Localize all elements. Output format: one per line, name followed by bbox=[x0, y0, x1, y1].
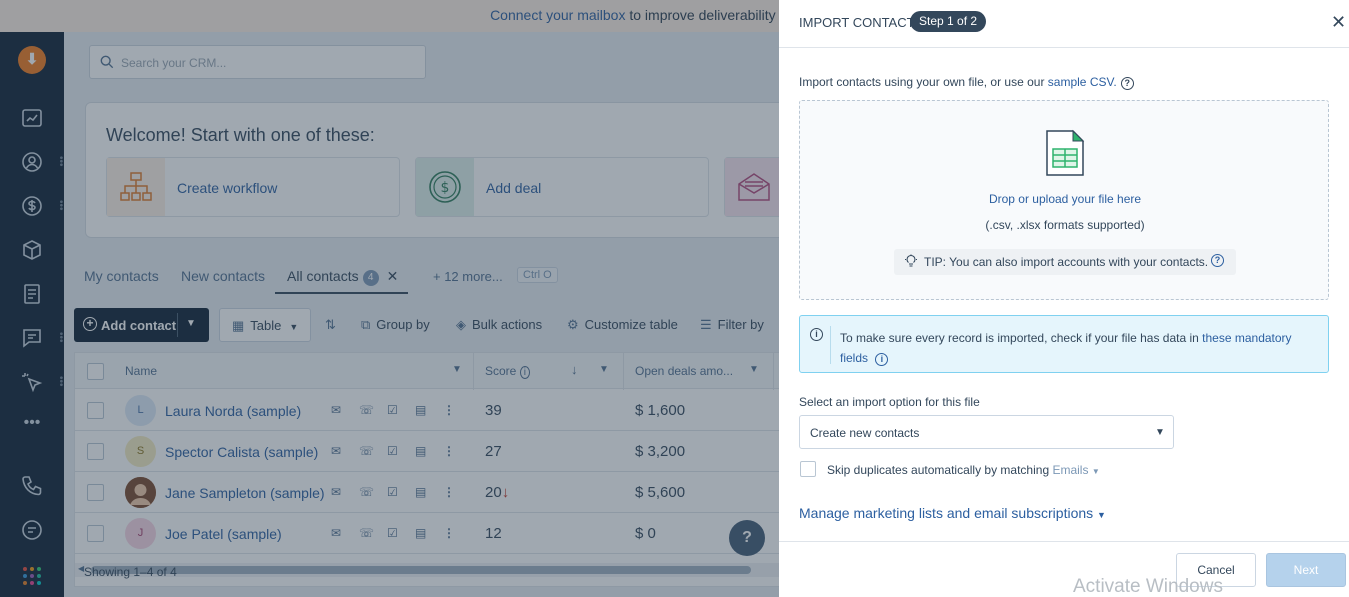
intro-text: Import contacts using your own file, or … bbox=[799, 75, 1048, 89]
tip-box: TIP: You can also import accounts with y… bbox=[894, 249, 1236, 275]
upload-file-link[interactable]: Drop or upload your file here bbox=[800, 192, 1330, 206]
alert-message: To make sure every record is imported, c… bbox=[840, 331, 1203, 345]
panel-footer: Cancel Next bbox=[779, 541, 1349, 597]
info-icon: i bbox=[810, 328, 823, 341]
file-dropzone[interactable]: Drop or upload your file here (.csv, .xl… bbox=[799, 100, 1329, 300]
alert-text: To make sure every record is imported, c… bbox=[840, 328, 1310, 368]
import-intro: Import contacts using your own file, or … bbox=[799, 75, 1134, 90]
panel-header: IMPORT CONTACTS Step 1 of 2 ✕ bbox=[779, 0, 1349, 48]
panel-title: IMPORT CONTACTS bbox=[799, 15, 924, 30]
modal-backdrop[interactable] bbox=[0, 0, 779, 597]
match-field-dropdown[interactable]: Emails ▼ bbox=[1052, 463, 1099, 477]
mandatory-fields-alert: i To make sure every record is imported,… bbox=[799, 315, 1329, 373]
info-circle-icon[interactable]: i bbox=[875, 353, 889, 366]
help-circle-icon[interactable]: ? bbox=[1211, 254, 1224, 267]
supported-formats: (.csv, .xlsx formats supported) bbox=[985, 218, 1145, 232]
step-badge: Step 1 of 2 bbox=[910, 11, 987, 32]
activate-windows-watermark: Activate Windows bbox=[1073, 576, 1223, 597]
sample-csv-link[interactable]: sample CSV. bbox=[1048, 75, 1117, 89]
spreadsheet-file-icon bbox=[1046, 129, 1085, 176]
import-option-select[interactable]: Create new contacts ▼ bbox=[799, 415, 1174, 449]
manage-marketing-label: Manage marketing lists and email subscri… bbox=[799, 505, 1094, 521]
lightbulb-icon bbox=[905, 254, 917, 267]
caret-down-icon: ▼ bbox=[1097, 510, 1106, 520]
skip-duplicates-label: Skip duplicates automatically by matchin… bbox=[827, 463, 1100, 477]
help-circle-icon[interactable]: ? bbox=[1120, 77, 1134, 90]
caret-down-icon: ▼ bbox=[1155, 427, 1165, 438]
skip-duplicates-text: Skip duplicates automatically by matchin… bbox=[827, 463, 1053, 477]
close-icon[interactable]: ✕ bbox=[1331, 13, 1347, 31]
alert-divider bbox=[830, 326, 831, 364]
import-option-value: Create new contacts bbox=[810, 426, 920, 440]
skip-duplicates-checkbox[interactable] bbox=[800, 461, 816, 477]
caret-down-icon: ▼ bbox=[1091, 467, 1100, 476]
tip-text: TIP: You can also import accounts with y… bbox=[924, 255, 1209, 269]
manage-marketing-toggle[interactable]: Manage marketing lists and email subscri… bbox=[799, 505, 1106, 521]
import-option-label: Select an import option for this file bbox=[799, 395, 980, 409]
match-field-value: Emails bbox=[1052, 463, 1089, 477]
import-contacts-panel: IMPORT CONTACTS Step 1 of 2 ✕ Import con… bbox=[779, 0, 1349, 597]
next-button[interactable]: Next bbox=[1266, 553, 1346, 587]
